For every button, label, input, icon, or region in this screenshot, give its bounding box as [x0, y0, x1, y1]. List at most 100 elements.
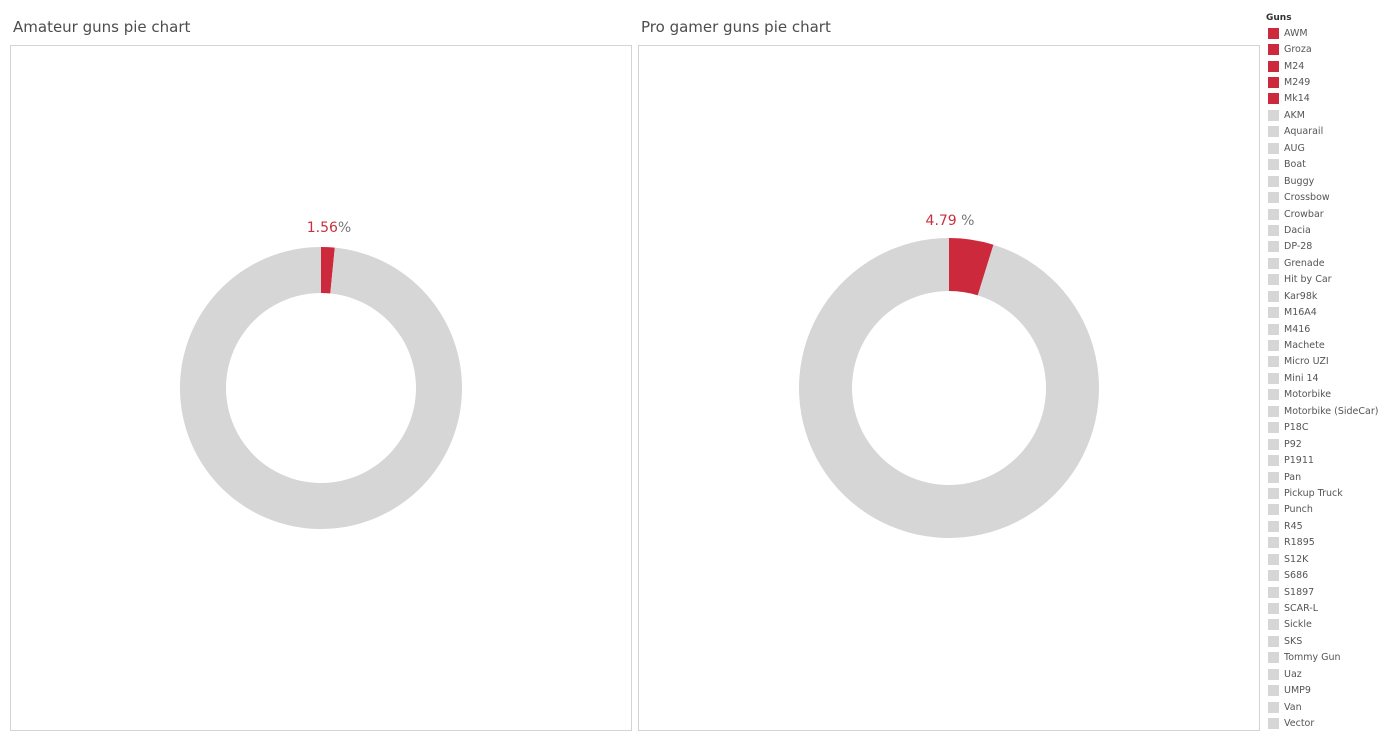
pro-percent-label: 4.79 %: [926, 213, 975, 229]
legend-swatch: [1268, 570, 1279, 582]
legend-swatch: [1268, 422, 1279, 434]
legend-item[interactable]: Sickle: [1266, 617, 1398, 633]
legend-title: Guns: [1266, 13, 1292, 23]
legend-swatch: [1268, 323, 1279, 335]
legend-item[interactable]: Mini 14: [1266, 370, 1398, 386]
legend-label: M16A4: [1284, 307, 1317, 319]
legend-swatch: [1268, 109, 1279, 121]
pro-donut-chart: 4.79 %: [638, 45, 1260, 731]
legend-item[interactable]: Uaz: [1266, 666, 1398, 682]
legend-item[interactable]: Vector: [1266, 715, 1398, 731]
legend-swatch: [1268, 142, 1279, 154]
legend-swatch: [1268, 471, 1279, 483]
legend-item[interactable]: AWM: [1266, 25, 1398, 41]
legend-label: Machete: [1284, 340, 1325, 352]
legend-item[interactable]: Pan: [1266, 469, 1398, 485]
amateur-chart-title: Amateur guns pie chart: [13, 18, 191, 36]
legend-swatch: [1268, 520, 1279, 532]
legend-item[interactable]: M16A4: [1266, 304, 1398, 320]
legend-label: Crowbar: [1284, 208, 1324, 220]
legend-item[interactable]: Hit by Car: [1266, 272, 1398, 288]
legend-item[interactable]: Kar98k: [1266, 288, 1398, 304]
legend-swatch: [1268, 537, 1279, 549]
legend-item[interactable]: Buggy: [1266, 173, 1398, 189]
legend-item[interactable]: R45: [1266, 518, 1398, 534]
legend-swatch: [1268, 60, 1279, 72]
legend-swatch: [1268, 685, 1279, 697]
legend-item[interactable]: P18C: [1266, 420, 1398, 436]
legend-item[interactable]: Punch: [1266, 502, 1398, 518]
legend-item[interactable]: P1911: [1266, 452, 1398, 468]
legend-label: Punch: [1284, 504, 1313, 516]
legend-label: P18C: [1284, 422, 1309, 434]
legend-item[interactable]: Aquarail: [1266, 124, 1398, 140]
legend-item[interactable]: Micro UZI: [1266, 354, 1398, 370]
amateur-donut-svg: [179, 247, 462, 529]
legend-label: SKS: [1284, 635, 1303, 647]
legend-item[interactable]: DP-28: [1266, 239, 1398, 255]
legend-swatch: [1268, 487, 1279, 499]
legend-label: P1911: [1284, 455, 1314, 467]
legend-item[interactable]: SKS: [1266, 633, 1398, 649]
legend-item[interactable]: M416: [1266, 321, 1398, 337]
legend-item[interactable]: AUG: [1266, 140, 1398, 156]
legend-item[interactable]: Tommy Gun: [1266, 650, 1398, 666]
legend-item[interactable]: M24: [1266, 58, 1398, 74]
legend-label: Pan: [1284, 471, 1302, 483]
amateur-donut-chart: 1.56%: [10, 45, 632, 731]
legend-swatch: [1268, 126, 1279, 138]
legend-label: AWM: [1284, 27, 1308, 39]
legend-item[interactable]: S12K: [1266, 551, 1398, 567]
legend-item[interactable]: Groza: [1266, 41, 1398, 57]
legend-swatch: [1268, 356, 1279, 368]
legend-item[interactable]: Crossbow: [1266, 189, 1398, 205]
legend-swatch: [1268, 389, 1279, 401]
legend-label: Aquarail: [1284, 126, 1324, 138]
legend-item[interactable]: UMP9: [1266, 683, 1398, 699]
legend-label: Tommy Gun: [1284, 652, 1341, 664]
legend-swatch: [1268, 159, 1279, 171]
legend-label: Kar98k: [1284, 290, 1318, 302]
legend-item[interactable]: M249: [1266, 74, 1398, 90]
legend-item[interactable]: Motorbike (SideCar): [1266, 403, 1398, 419]
legend-item[interactable]: Motorbike: [1266, 387, 1398, 403]
pro-chart-title: Pro gamer guns pie chart: [641, 18, 831, 36]
legend-item[interactable]: Grenade: [1266, 255, 1398, 271]
legend-item[interactable]: Boat: [1266, 157, 1398, 173]
legend-item[interactable]: Pickup Truck: [1266, 485, 1398, 501]
legend-item[interactable]: Mk14: [1266, 91, 1398, 107]
legend-swatch: [1268, 224, 1279, 236]
legend-swatch: [1268, 652, 1279, 664]
legend-item[interactable]: SCAR-L: [1266, 600, 1398, 616]
legend-label: Hit by Car: [1284, 274, 1332, 286]
legend-swatch: [1268, 438, 1279, 450]
legend-item[interactable]: Van: [1266, 699, 1398, 715]
legend-item[interactable]: S1897: [1266, 584, 1398, 600]
legend-label: Mini 14: [1284, 372, 1319, 384]
legend-swatch: [1268, 27, 1279, 39]
legend-swatch: [1268, 192, 1279, 204]
legend-label: AUG: [1284, 142, 1305, 154]
other-guns-slice[interactable]: [179, 247, 462, 529]
legend-swatch: [1268, 93, 1279, 105]
legend-item[interactable]: Dacia: [1266, 222, 1398, 238]
guns-legend: Guns AWM Groza M24 M249 Mk14 AKM Aquarail AUG Bo…: [1266, 12, 1398, 732]
legend-swatch: [1268, 668, 1279, 680]
legend-item[interactable]: P92: [1266, 436, 1398, 452]
legend-item[interactable]: S686: [1266, 567, 1398, 583]
legend-item[interactable]: AKM: [1266, 107, 1398, 123]
legend-item[interactable]: Machete: [1266, 337, 1398, 353]
legend-swatch: [1268, 290, 1279, 302]
pro-percent-symbol: %: [956, 213, 975, 229]
pro-donut-svg: [799, 238, 1099, 538]
amateur-percent-label: 1.56%: [307, 220, 351, 236]
legend-swatch: [1268, 718, 1279, 730]
amateur-percent-symbol: %: [337, 220, 352, 236]
legend-swatch: [1268, 553, 1279, 565]
legend-swatch: [1268, 208, 1279, 220]
pro-percent-value: 4.79: [925, 213, 957, 229]
legend-item[interactable]: R1895: [1266, 535, 1398, 551]
legend-item[interactable]: Crowbar: [1266, 206, 1398, 222]
legend-swatch: [1268, 372, 1279, 384]
legend-swatch: [1268, 44, 1279, 56]
